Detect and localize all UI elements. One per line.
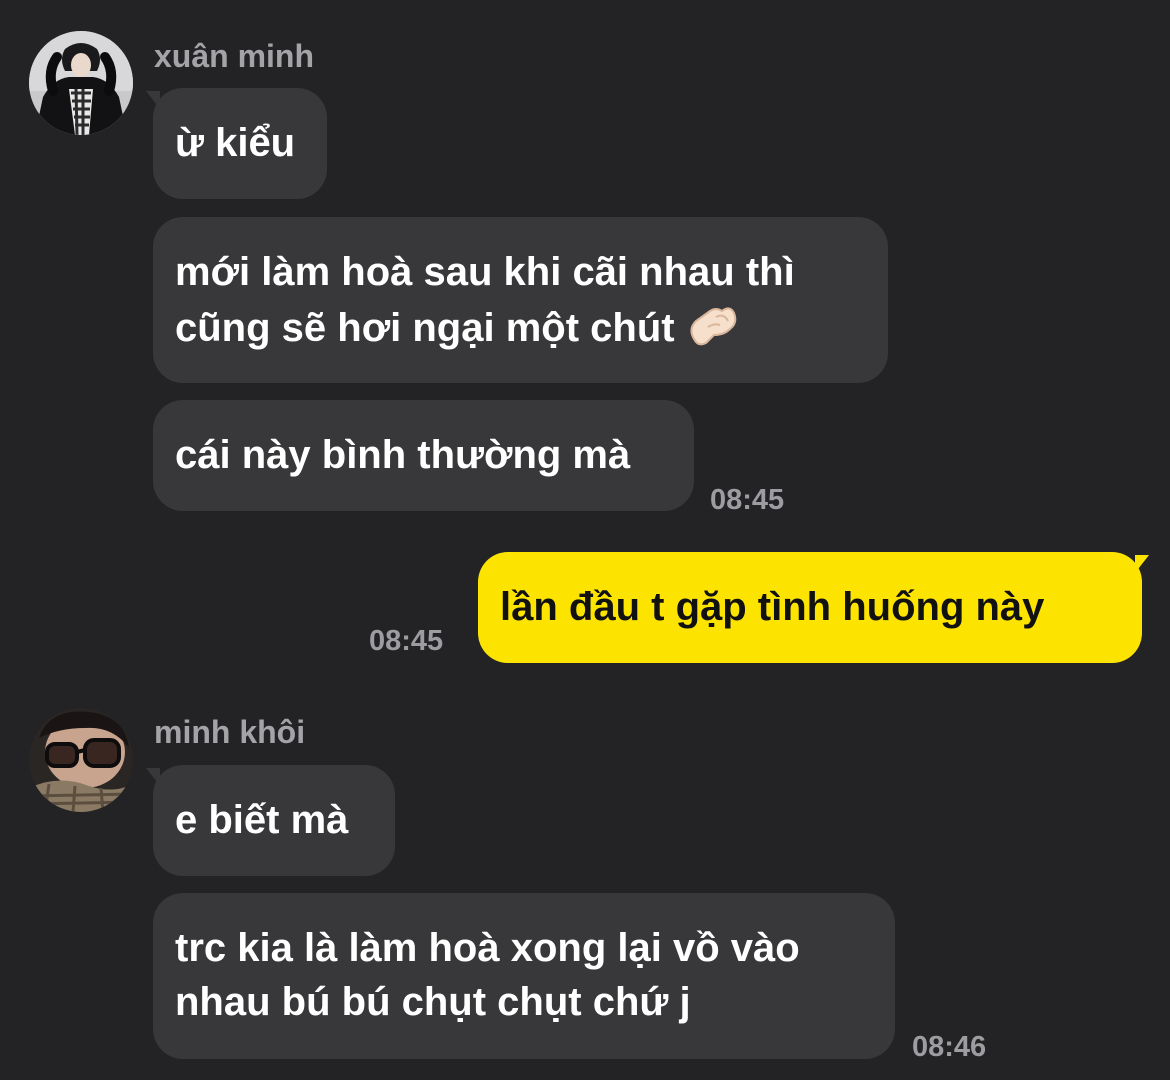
sender-name: xuân minh xyxy=(154,38,315,74)
message-text: mới làm hoà sau khi cãi nhau thì xyxy=(175,250,795,294)
message-timestamp: 08:45 xyxy=(710,484,785,516)
message-bubble-outgoing[interactable]: lần đầu t gặp tình huống này xyxy=(478,552,1142,663)
message-text: cái này bình thường mà xyxy=(175,433,631,477)
user-avatar-glasses-icon xyxy=(29,708,133,812)
message-text: nhau bú bú chụt chụt chứ j xyxy=(175,980,691,1024)
message-text: e biết mà xyxy=(175,798,349,842)
message-bubble[interactable]: cái này bình thường mà xyxy=(153,400,694,511)
message-bubble[interactable]: mới làm hoà sau khi cãi nhau thì cũng sẽ… xyxy=(153,217,888,383)
avatar-minh-khoi[interactable] xyxy=(29,708,133,812)
message-text: ừ kiểu xyxy=(175,121,296,165)
message-timestamp: 08:46 xyxy=(912,1031,987,1063)
message-text: lần đầu t gặp tình huống này xyxy=(500,585,1045,629)
bubble-tail xyxy=(1135,555,1149,573)
message-bubble[interactable]: trc kia là làm hoà xong lại vồ vào nhau … xyxy=(153,893,895,1059)
message-bubble[interactable]: ừ kiểu xyxy=(153,88,327,199)
avatar-xuan-minh[interactable] xyxy=(29,31,133,135)
user-avatar-hoodie-icon xyxy=(29,31,133,135)
pinching-hand-icon xyxy=(686,299,738,361)
message-bubble[interactable]: e biết mà xyxy=(153,765,395,876)
message-text: trc kia là làm hoà xong lại vồ vào xyxy=(175,926,800,970)
sender-name: minh khôi xyxy=(154,714,306,750)
message-timestamp: 08:45 xyxy=(369,625,444,657)
message-text-line: cũng sẽ hơi ngại một chút xyxy=(175,299,866,361)
